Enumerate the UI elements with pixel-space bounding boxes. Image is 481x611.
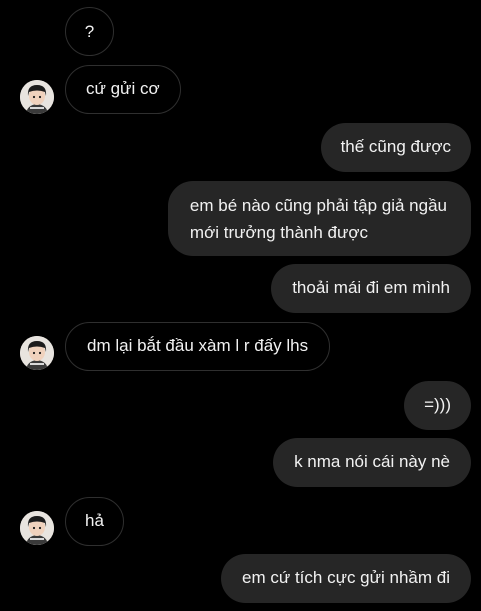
message-text: cứ gửi cơ (86, 79, 160, 98)
incoming-message-bubble[interactable]: hả (65, 497, 124, 546)
contact-avatar[interactable] (20, 511, 54, 545)
contact-avatar[interactable] (20, 336, 54, 370)
outgoing-message-bubble[interactable]: thoải mái đi em mình (271, 264, 471, 313)
message-text: =))) (424, 395, 451, 414)
avatar-photo-icon (20, 336, 54, 370)
outgoing-message-bubble[interactable]: thế cũng được (320, 123, 471, 172)
chat-thread: ? cứ gửi cơ thế cũng được em bé nào cũng… (0, 0, 481, 611)
message-text: hả (85, 511, 104, 530)
message-text: thế cũng được (340, 137, 451, 156)
message-text-line: mới trưởng thành được (189, 223, 369, 242)
contact-avatar[interactable] (20, 80, 54, 114)
outgoing-message-bubble[interactable]: em bé nào cũng phải tập giả ngầu mới trư… (167, 181, 471, 256)
outgoing-message-bubble[interactable]: k nma nói cái này nè (273, 438, 471, 487)
avatar-photo-icon (20, 511, 54, 545)
outgoing-message-bubble[interactable]: =))) (404, 381, 471, 430)
message-text: k nma nói cái này nè (294, 452, 450, 471)
message-text: ? (84, 22, 95, 41)
message-text: thoải mái đi em mình (292, 278, 450, 297)
message-text: dm lại bắt đầu xàm l r đấy lhs (87, 336, 309, 355)
outgoing-message-bubble[interactable]: em cứ tích cực gửi nhầm đi (221, 554, 471, 603)
avatar-photo-icon (20, 80, 54, 114)
incoming-message-bubble[interactable]: ? (65, 7, 114, 56)
incoming-message-bubble[interactable]: dm lại bắt đầu xàm l r đấy lhs (65, 322, 331, 371)
message-text: em cứ tích cực gửi nhầm đi (242, 568, 450, 587)
message-text-line: em bé nào cũng phải tập giả ngầu (189, 196, 447, 215)
incoming-message-bubble[interactable]: cứ gửi cơ (65, 65, 181, 114)
